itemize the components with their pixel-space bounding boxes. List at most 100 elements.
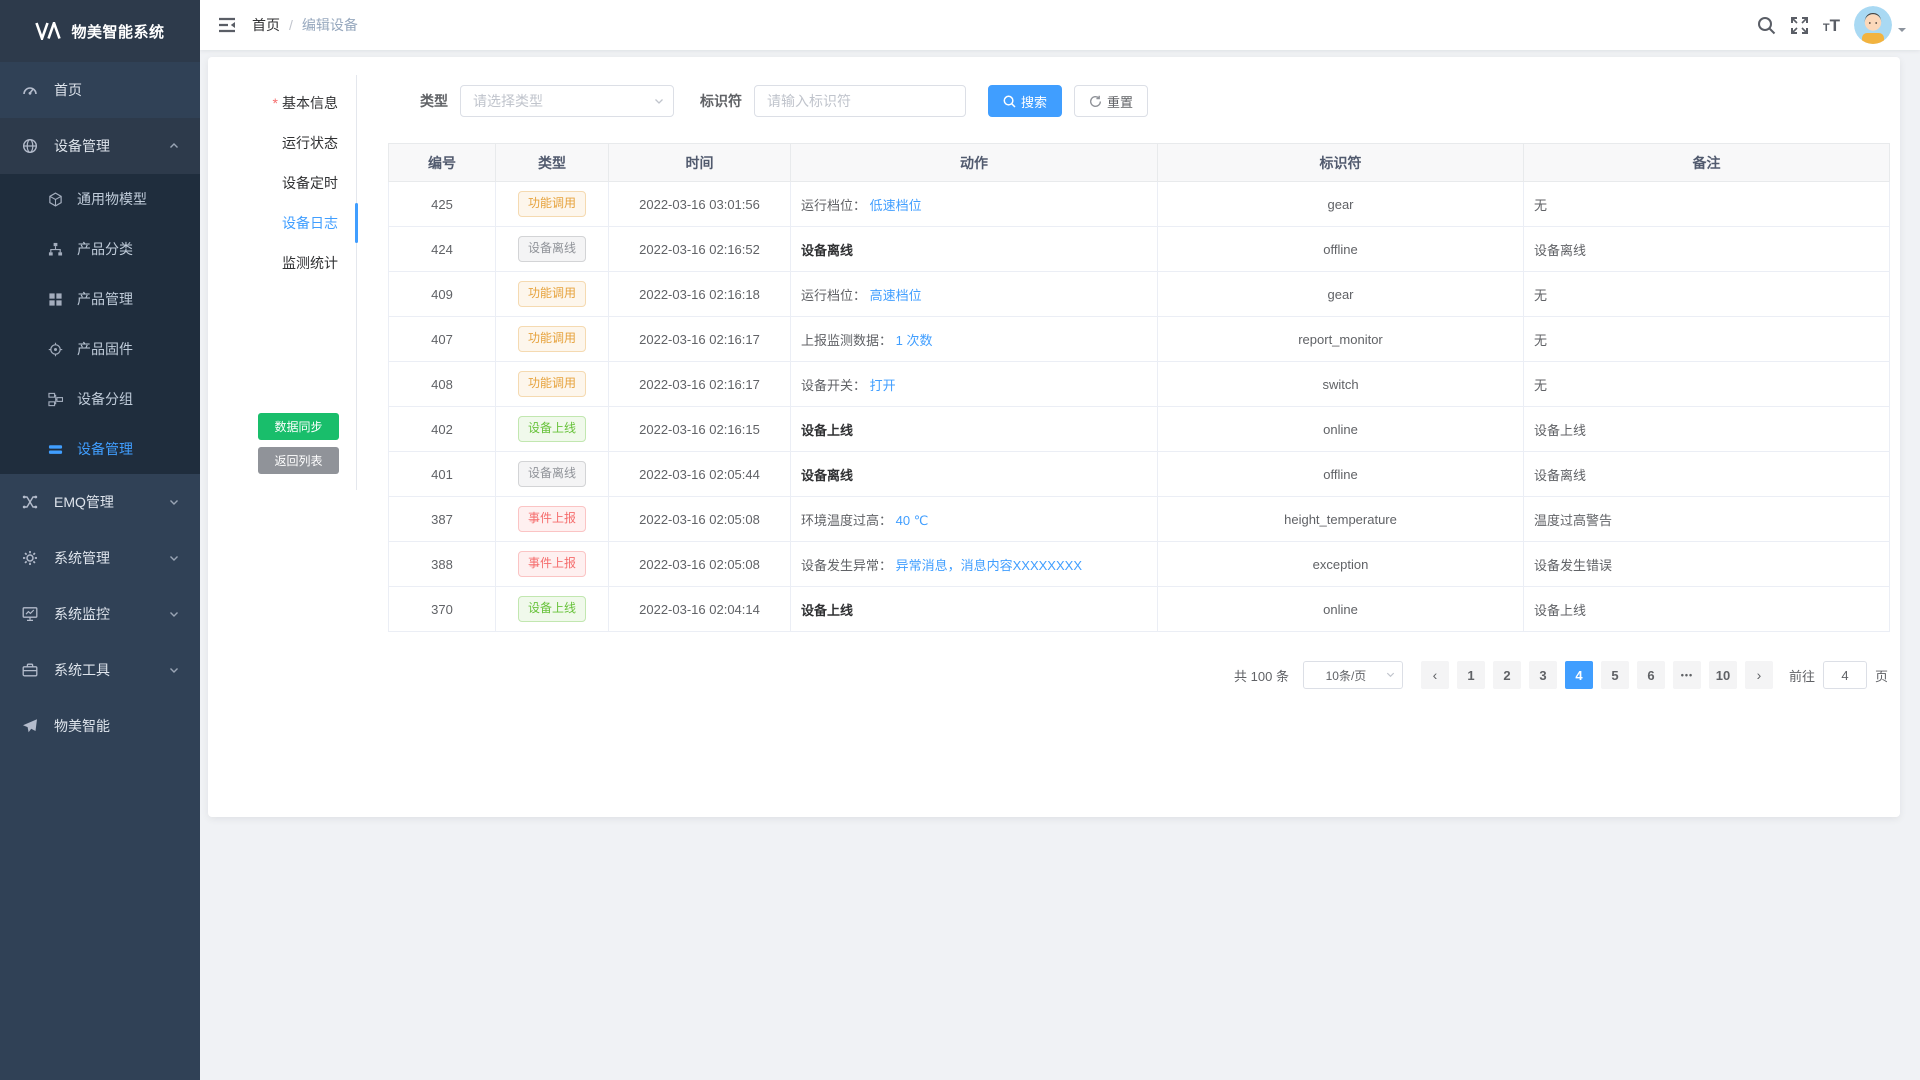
type-select[interactable]	[460, 85, 674, 117]
cell-action: 设备上线	[791, 587, 1158, 632]
chevron-down-icon	[168, 608, 180, 620]
header-tools: TT	[1757, 0, 1906, 50]
sidebar-item-system-tools[interactable]: 系统工具	[0, 642, 200, 698]
chevron-down-icon	[168, 496, 180, 508]
identifier-field[interactable]	[754, 85, 966, 117]
cell-remark: 无	[1524, 182, 1890, 227]
pagination: 共 100 条 ‹ 1 2 3 4 5 6 ••• 10 › 前往 页	[1234, 661, 1888, 689]
col-remark: 备注	[1524, 144, 1890, 182]
grid-icon	[48, 292, 63, 307]
cell-type: 设备离线	[496, 452, 609, 497]
identifier-label: 标识符	[700, 91, 742, 111]
type-tag: 功能调用	[518, 281, 586, 307]
avatar[interactable]	[1854, 6, 1892, 44]
sidebar-item-thing-model[interactable]: 通用物模型	[0, 174, 200, 224]
reset-button[interactable]: 重置	[1074, 85, 1148, 117]
fullscreen-icon[interactable]	[1790, 16, 1809, 35]
cell-action: 设备上线	[791, 407, 1158, 452]
search-icon[interactable]	[1757, 16, 1776, 35]
breadcrumb-home[interactable]: 首页	[252, 15, 280, 35]
data-sync-button[interactable]: 数据同步	[258, 413, 339, 440]
cell-identifier: exception	[1158, 542, 1524, 587]
top-header: 首页 / 编辑设备 TT	[200, 0, 1920, 50]
action-text: 设备离线	[801, 468, 853, 483]
chevron-down-icon	[168, 664, 180, 676]
sidebar-item-label: 产品分类	[77, 239, 133, 259]
table-row: 425 功能调用 2022-03-16 03:01:56 运行档位： 低速档位 …	[389, 182, 1890, 227]
page-button-2[interactable]: 2	[1493, 661, 1521, 689]
cell-id: 408	[389, 362, 496, 407]
cell-action: 环境温度过高： 40 ℃	[791, 497, 1158, 542]
action-link[interactable]: 40 ℃	[896, 513, 929, 528]
cell-id: 424	[389, 227, 496, 272]
total-count: 共 100 条	[1234, 666, 1289, 685]
next-page-button[interactable]: ›	[1745, 661, 1773, 689]
sidebar-item-emq[interactable]: EMQ管理	[0, 474, 200, 530]
cell-action: 设备开关： 打开	[791, 362, 1158, 407]
cell-id: 425	[389, 182, 496, 227]
back-to-list-button[interactable]: 返回列表	[258, 447, 339, 474]
cell-id: 402	[389, 407, 496, 452]
tab-monitor-stats[interactable]: 监测统计	[208, 243, 338, 283]
type-tag: 事件上报	[518, 551, 586, 577]
page-button-6[interactable]: 6	[1637, 661, 1665, 689]
sidebar-item-product-category[interactable]: 产品分类	[0, 224, 200, 274]
col-time: 时间	[609, 144, 791, 182]
cell-time: 2022-03-16 02:16:52	[609, 227, 791, 272]
sidebar-item-device-management[interactable]: 设备管理	[0, 118, 200, 174]
action-link[interactable]: 打开	[870, 378, 896, 393]
sidebar-item-device-mgmt[interactable]: 设备管理	[0, 424, 200, 474]
action-link[interactable]: 高速档位	[870, 288, 922, 303]
cell-identifier: gear	[1158, 182, 1524, 227]
breadcrumb-current: 编辑设备	[302, 15, 358, 35]
page-button-10[interactable]: 10	[1709, 661, 1737, 689]
sidebar-item-system-management[interactable]: 系统管理	[0, 530, 200, 586]
sidebar-item-label: 设备管理	[54, 136, 168, 156]
sidebar-item-label: 产品固件	[77, 339, 133, 359]
type-tag: 事件上报	[518, 506, 586, 532]
sidebar-collapse-icon[interactable]	[200, 17, 252, 33]
sidebar-item-device-group[interactable]: 设备分组	[0, 374, 200, 424]
sidebar-item-label: 通用物模型	[77, 189, 147, 209]
sidebar-item-product-management[interactable]: 产品管理	[0, 274, 200, 324]
action-link[interactable]: 低速档位	[870, 198, 922, 213]
cell-time: 2022-03-16 02:16:18	[609, 272, 791, 317]
sidebar-item-product-firmware[interactable]: 产品固件	[0, 324, 200, 374]
more-pages-button[interactable]: •••	[1673, 661, 1701, 689]
page-button-3[interactable]: 3	[1529, 661, 1557, 689]
action-prefix: 上报监测数据：	[801, 333, 896, 348]
action-link[interactable]: 异常消息，消息内容XXXXXXXX	[896, 558, 1082, 573]
action-link[interactable]: 1 次数	[896, 333, 933, 348]
cell-time: 2022-03-16 02:04:14	[609, 587, 791, 632]
tab-run-status[interactable]: 运行状态	[208, 123, 338, 163]
table-row: 424 设备离线 2022-03-16 02:16:52 设备离线 offlin…	[389, 227, 1890, 272]
sidebar-item-wumei-smart[interactable]: 物美智能	[0, 698, 200, 754]
user-menu[interactable]	[1854, 6, 1906, 44]
cell-id: 388	[389, 542, 496, 587]
page-size-input[interactable]	[1303, 661, 1403, 689]
identifier-input[interactable]	[754, 85, 966, 117]
cell-identifier: offline	[1158, 227, 1524, 272]
cell-time: 2022-03-16 02:16:17	[609, 362, 791, 407]
goto-page-input[interactable]	[1823, 661, 1867, 689]
sidebar-item-system-monitor[interactable]: 系统监控	[0, 586, 200, 642]
sidebar-item-label: 首页	[54, 80, 180, 100]
table-row: 409 功能调用 2022-03-16 02:16:18 运行档位： 高速档位 …	[389, 272, 1890, 317]
cell-type: 功能调用	[496, 182, 609, 227]
app-logo[interactable]: 物美智能系统	[0, 0, 200, 62]
page-button-1[interactable]: 1	[1457, 661, 1485, 689]
search-button[interactable]: 搜索	[988, 85, 1062, 117]
page-button-4-active[interactable]: 4	[1565, 661, 1593, 689]
sidebar-item-home[interactable]: 首页	[0, 62, 200, 118]
page-size-select[interactable]	[1303, 661, 1403, 689]
prev-page-button[interactable]: ‹	[1421, 661, 1449, 689]
page-button-5[interactable]: 5	[1601, 661, 1629, 689]
tab-device-timer[interactable]: 设备定时	[208, 163, 338, 203]
type-select-input[interactable]	[460, 85, 674, 117]
devices-icon	[22, 138, 38, 154]
sidebar-item-label: 产品管理	[77, 289, 133, 309]
cell-identifier: online	[1158, 587, 1524, 632]
tab-device-log[interactable]: 设备日志	[208, 203, 338, 243]
font-size-icon[interactable]: TT	[1823, 17, 1840, 34]
tab-basic-info[interactable]: *基本信息	[208, 83, 338, 123]
